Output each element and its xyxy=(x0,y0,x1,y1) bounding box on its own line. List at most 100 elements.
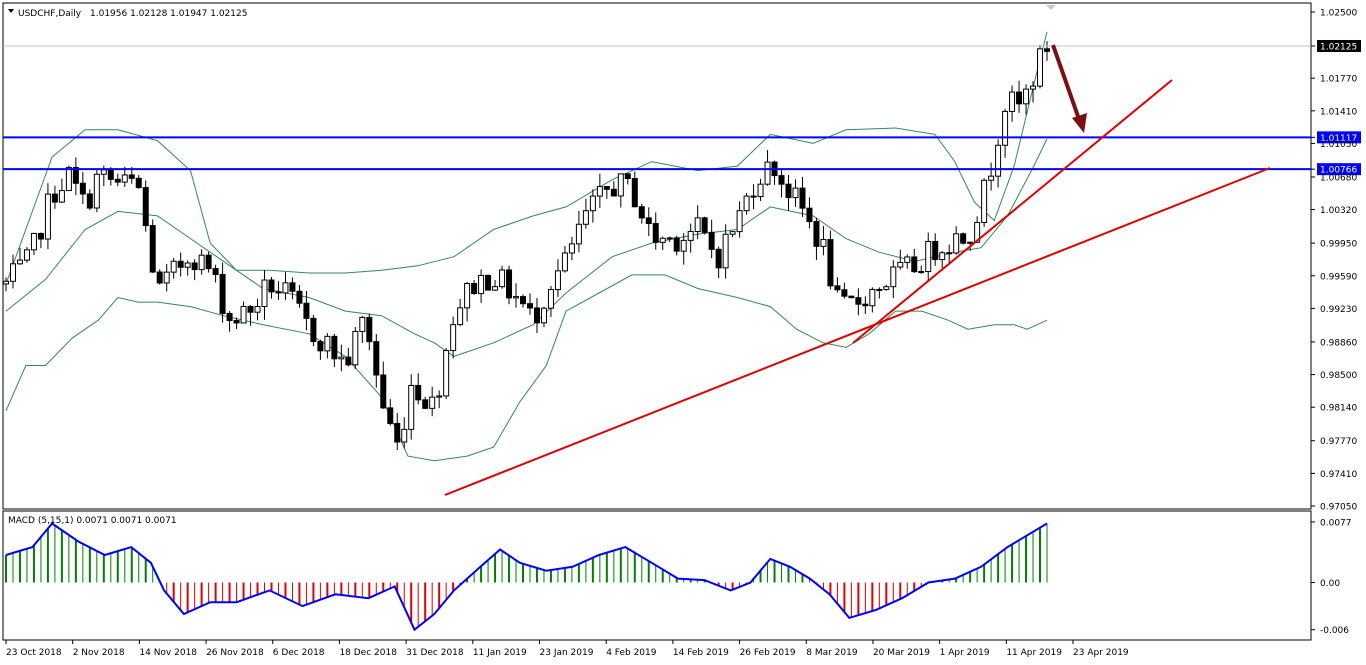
time-tick-label: 11 Apr 2019 xyxy=(1006,648,1062,658)
candle-bear xyxy=(848,295,855,299)
candle-bull xyxy=(23,249,30,261)
candle-bear xyxy=(806,207,813,223)
time-tick-label: 26 Feb 2019 xyxy=(740,648,796,658)
candle-bear xyxy=(520,296,527,305)
time-tick-label: 23 Jan 2019 xyxy=(540,648,594,658)
candle-bear xyxy=(778,175,785,185)
candle-bull xyxy=(184,262,191,268)
candle-bull xyxy=(16,259,23,265)
candle-bull xyxy=(359,316,366,332)
candle-bull xyxy=(1009,91,1016,112)
candle-bear xyxy=(603,186,610,190)
candle-bull xyxy=(792,187,799,199)
candle-bear xyxy=(275,291,282,294)
candle-bear xyxy=(79,182,86,195)
candle-bull xyxy=(897,261,904,268)
candle-bear xyxy=(37,232,44,240)
candle-bull xyxy=(757,183,764,198)
candle-bear xyxy=(51,193,58,203)
candle-bear xyxy=(310,317,317,343)
candle-bull xyxy=(429,396,436,409)
candle-bull xyxy=(869,288,876,307)
candle-bear xyxy=(834,285,841,291)
candle-bull xyxy=(450,324,457,352)
candle-bear xyxy=(911,256,918,273)
candle-bear xyxy=(296,290,303,304)
candle-bull xyxy=(464,282,471,309)
candle-bull xyxy=(743,195,750,212)
candle-bull xyxy=(904,256,911,263)
candle-bear xyxy=(226,312,233,321)
candle-bear xyxy=(673,237,680,252)
candle-bull xyxy=(568,243,575,254)
time-tick-label: 18 Dec 2018 xyxy=(339,648,397,658)
candle-bull xyxy=(513,296,520,299)
candle-bull xyxy=(687,231,694,241)
time-tick-label: 2 Nov 2018 xyxy=(73,648,125,658)
candle-bear xyxy=(331,335,338,360)
candle-bull xyxy=(981,179,988,224)
candle-bear xyxy=(394,422,401,443)
candle-bull xyxy=(478,274,485,295)
candle-bear xyxy=(247,306,254,313)
price-tick-label: 0.98140 xyxy=(1320,404,1357,414)
price-tick-label: 0.98860 xyxy=(1320,338,1357,348)
candle-bull xyxy=(554,270,561,291)
candle-bull xyxy=(499,269,506,288)
candle-bull xyxy=(617,173,624,197)
candle-bear xyxy=(380,374,387,409)
time-tick-label: 26 Nov 2018 xyxy=(206,648,264,658)
candle-bull xyxy=(1037,48,1044,87)
macd-panel xyxy=(2,510,1312,641)
price-tick-label: 0.97770 xyxy=(1320,437,1357,447)
candle-bear xyxy=(114,178,121,183)
candle-bull xyxy=(659,237,666,243)
time-tick-label: 4 Feb 2019 xyxy=(606,648,657,658)
candle-bull xyxy=(988,175,995,181)
candle-bear xyxy=(631,178,638,208)
candle-bull xyxy=(890,266,897,288)
candle-bull xyxy=(198,254,205,271)
candle-bull xyxy=(492,286,499,291)
candle-bull xyxy=(58,190,65,203)
macd-tick-label: -0.006 xyxy=(1320,626,1349,636)
candle-bear xyxy=(827,239,834,287)
time-tick-label: 20 Mar 2019 xyxy=(873,648,930,658)
time-tick-label: 23 Apr 2019 xyxy=(1073,648,1129,658)
candle-bull xyxy=(93,173,100,209)
candle-bull xyxy=(596,186,603,197)
candle-bear xyxy=(960,233,967,244)
candle-bear xyxy=(212,268,219,275)
chart: 1.025001.021251.017701.014101.011171.010… xyxy=(2,2,1361,658)
candle-bull xyxy=(820,239,827,247)
candle-bull xyxy=(764,161,771,185)
price-tick-label: 0.97410 xyxy=(1320,470,1357,480)
candle-bull xyxy=(561,252,568,272)
candle-bear xyxy=(128,174,135,179)
candle-bear xyxy=(205,254,212,270)
candle-bear xyxy=(841,289,848,297)
candle-bull xyxy=(1030,85,1037,90)
candle-bear xyxy=(415,384,422,401)
candle-bear xyxy=(422,399,429,409)
candle-bear xyxy=(345,356,352,366)
candle-bull xyxy=(163,271,170,284)
candle-bull xyxy=(939,252,946,261)
candle-bear xyxy=(533,307,540,324)
candle-bear xyxy=(149,225,156,273)
candle-bear xyxy=(373,341,380,376)
candle-bear xyxy=(862,303,869,307)
candle-bear xyxy=(855,297,862,305)
candle-bull xyxy=(995,144,1002,177)
candle-bear xyxy=(645,217,652,225)
candle-bull xyxy=(443,350,450,397)
candle-bull xyxy=(401,428,408,443)
price-tick-label: 1.02500 xyxy=(1320,9,1357,19)
candle-bear xyxy=(86,193,93,209)
candle-bear xyxy=(715,248,722,269)
candle-bull xyxy=(722,233,729,269)
candle-bull xyxy=(876,288,883,291)
candle-bull xyxy=(338,356,345,360)
time-tick-label: 31 Dec 2018 xyxy=(406,648,464,658)
candle-bear xyxy=(219,273,226,314)
